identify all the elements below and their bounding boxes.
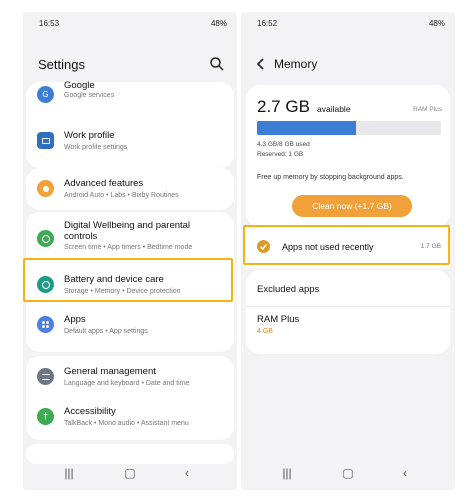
back-nav-icon[interactable]: ‹ <box>395 466 415 480</box>
wellbeing-icon <box>37 230 54 247</box>
memory-summary-card: 2.7 GB available RAM Plus 4.3 GB/8 GB us… <box>246 85 450 227</box>
back-nav-icon[interactable]: ‹ <box>177 466 197 480</box>
free-up-description: Free up memory by stopping background ap… <box>257 174 404 181</box>
settings-card-system: General management Language and keyboard… <box>26 356 234 440</box>
settings-item-apps[interactable]: Apps Default apps • App settings <box>26 306 234 346</box>
settings-screen: 16:53 48% Settings G Google Google servi… <box>23 12 237 490</box>
page-title: Settings <box>38 57 85 72</box>
ram-plus-value: 4 GB <box>257 328 273 335</box>
clean-now-button[interactable]: Clean now (+1.7 GB) <box>292 195 412 217</box>
work-profile-icon <box>37 132 54 149</box>
item-title: Advanced features <box>64 178 144 189</box>
recents-icon[interactable]: ||| <box>59 466 79 480</box>
general-management-icon <box>37 368 54 385</box>
navigation-bar: ||| ▢ ‹ <box>23 456 237 490</box>
settings-item-google[interactable]: G Google Google services <box>26 80 234 122</box>
accessibility-icon: † <box>37 408 54 425</box>
apps-icon <box>37 316 54 333</box>
item-subtitle: Work profile settings <box>64 144 128 151</box>
memory-reserved-text: Reserved: 1 GB <box>257 151 304 158</box>
google-icon: G <box>37 86 54 103</box>
item-subtitle: TalkBack • Mono audio • Assistant menu <box>64 420 189 427</box>
item-title: Digital Wellbeing and parental controls <box>64 220 191 242</box>
item-subtitle: Default apps • App settings <box>64 328 148 335</box>
item-title: Apps <box>64 314 86 325</box>
status-time: 16:53 <box>39 19 60 28</box>
navigation-bar: ||| ▢ ‹ <box>241 456 455 490</box>
ram-plus-item[interactable]: RAM Plus <box>257 314 299 325</box>
memory-used-text: 4.3 GB/8 GB used <box>257 141 310 148</box>
memory-available-label: available <box>317 104 351 114</box>
settings-item-general-management[interactable]: General management Language and keyboard… <box>26 358 234 398</box>
memory-options-card: Excluded apps RAM Plus 4 GB <box>246 270 450 354</box>
settings-card-accounts: G Google Google services Work profile Wo… <box>26 80 234 168</box>
home-icon[interactable]: ▢ <box>338 466 358 480</box>
back-arrow-icon[interactable] <box>256 57 266 71</box>
settings-item-accessibility[interactable]: † Accessibility TalkBack • Mono audio • … <box>26 398 234 438</box>
settings-card-advanced: Advanced features Android Auto • Labs • … <box>26 168 234 210</box>
recents-icon[interactable]: ||| <box>277 466 297 480</box>
item-subtitle: Language and keyboard • Date and time <box>64 380 190 387</box>
status-bar: 16:53 48% <box>23 12 237 34</box>
item-title: Accessibility <box>64 406 116 417</box>
settings-item-work-profile[interactable]: Work profile Work profile settings <box>26 122 234 162</box>
memory-usage-bar <box>257 121 441 135</box>
battery-level: 48% <box>428 19 445 28</box>
battery-level: 48% <box>210 19 227 28</box>
settings-item-digital-wellbeing[interactable]: Digital Wellbeing and parental controls … <box>26 218 234 260</box>
item-title: Work profile <box>64 130 115 141</box>
item-subtitle: Android Auto • Labs • Bixby Routines <box>64 192 179 199</box>
excluded-apps-item[interactable]: Excluded apps <box>257 284 319 295</box>
memory-usage-fill <box>257 121 357 135</box>
page-title: Memory <box>274 57 318 71</box>
status-bar: 16:52 48% <box>241 12 455 34</box>
apps-row-highlight-frame <box>243 225 450 265</box>
divider <box>246 306 450 307</box>
status-time: 16:52 <box>257 19 278 28</box>
item-subtitle: Google services <box>64 92 115 99</box>
battery-highlight-frame <box>23 258 233 302</box>
search-icon[interactable] <box>209 56 225 72</box>
item-title: Google <box>64 80 95 91</box>
home-icon[interactable]: ▢ <box>120 466 140 480</box>
advanced-features-icon <box>37 180 54 197</box>
ram-plus-legend: RAM Plus <box>413 106 442 113</box>
memory-available-value: 2.7 GB <box>257 97 310 116</box>
settings-item-advanced-features[interactable]: Advanced features Android Auto • Labs • … <box>26 170 234 210</box>
item-subtitle: Screen time • App timers • Bedtime mode <box>64 244 193 251</box>
item-title: General management <box>64 366 156 377</box>
